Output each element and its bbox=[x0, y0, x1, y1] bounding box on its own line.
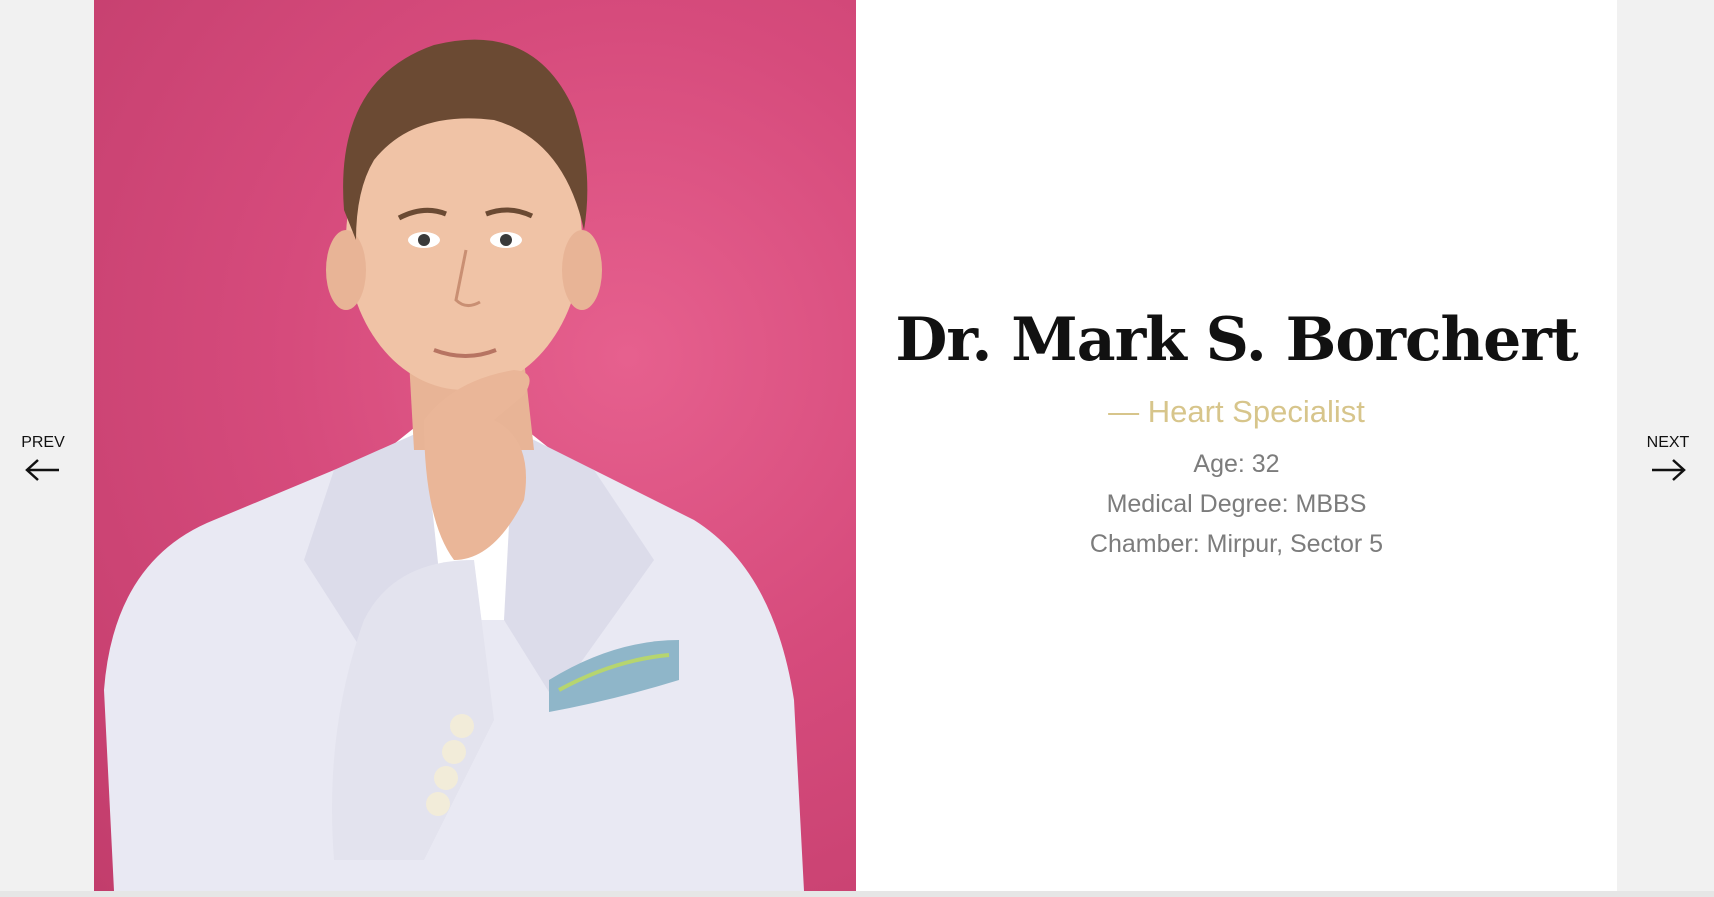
profile-card: Dr. Mark S. Borchert — Heart Specialist … bbox=[94, 0, 1617, 891]
detail-chamber: Chamber: Mirpur, Sector 5 bbox=[1089, 530, 1384, 558]
next-label: NEXT bbox=[1646, 434, 1690, 451]
doctor-details: Age: 32 Medical Degree: MBBS Chamber: Mi… bbox=[856, 444, 1617, 564]
portrait-photo bbox=[94, 0, 856, 891]
slider-stage: PREV Dr. Mark S. Borchert — Heart Specia… bbox=[0, 0, 1714, 897]
bottom-divider bbox=[0, 891, 1714, 897]
portrait-illustration bbox=[104, 39, 804, 891]
detail-degree: Medical Degree: MBBS bbox=[1106, 490, 1367, 518]
detail-age: Age: 32 bbox=[1193, 450, 1280, 478]
prev-button[interactable]: PREV bbox=[13, 432, 73, 482]
prev-label: PREV bbox=[21, 434, 65, 451]
doctor-specialty: — Heart Specialist bbox=[1108, 394, 1365, 429]
profile-info: Dr. Mark S. Borchert — Heart Specialist … bbox=[856, 0, 1617, 891]
doctor-name: Dr. Mark S. Borchert bbox=[895, 305, 1578, 375]
arrow-right-icon bbox=[1652, 459, 1686, 481]
next-button[interactable]: NEXT bbox=[1638, 432, 1698, 482]
arrow-left-icon bbox=[25, 459, 59, 481]
